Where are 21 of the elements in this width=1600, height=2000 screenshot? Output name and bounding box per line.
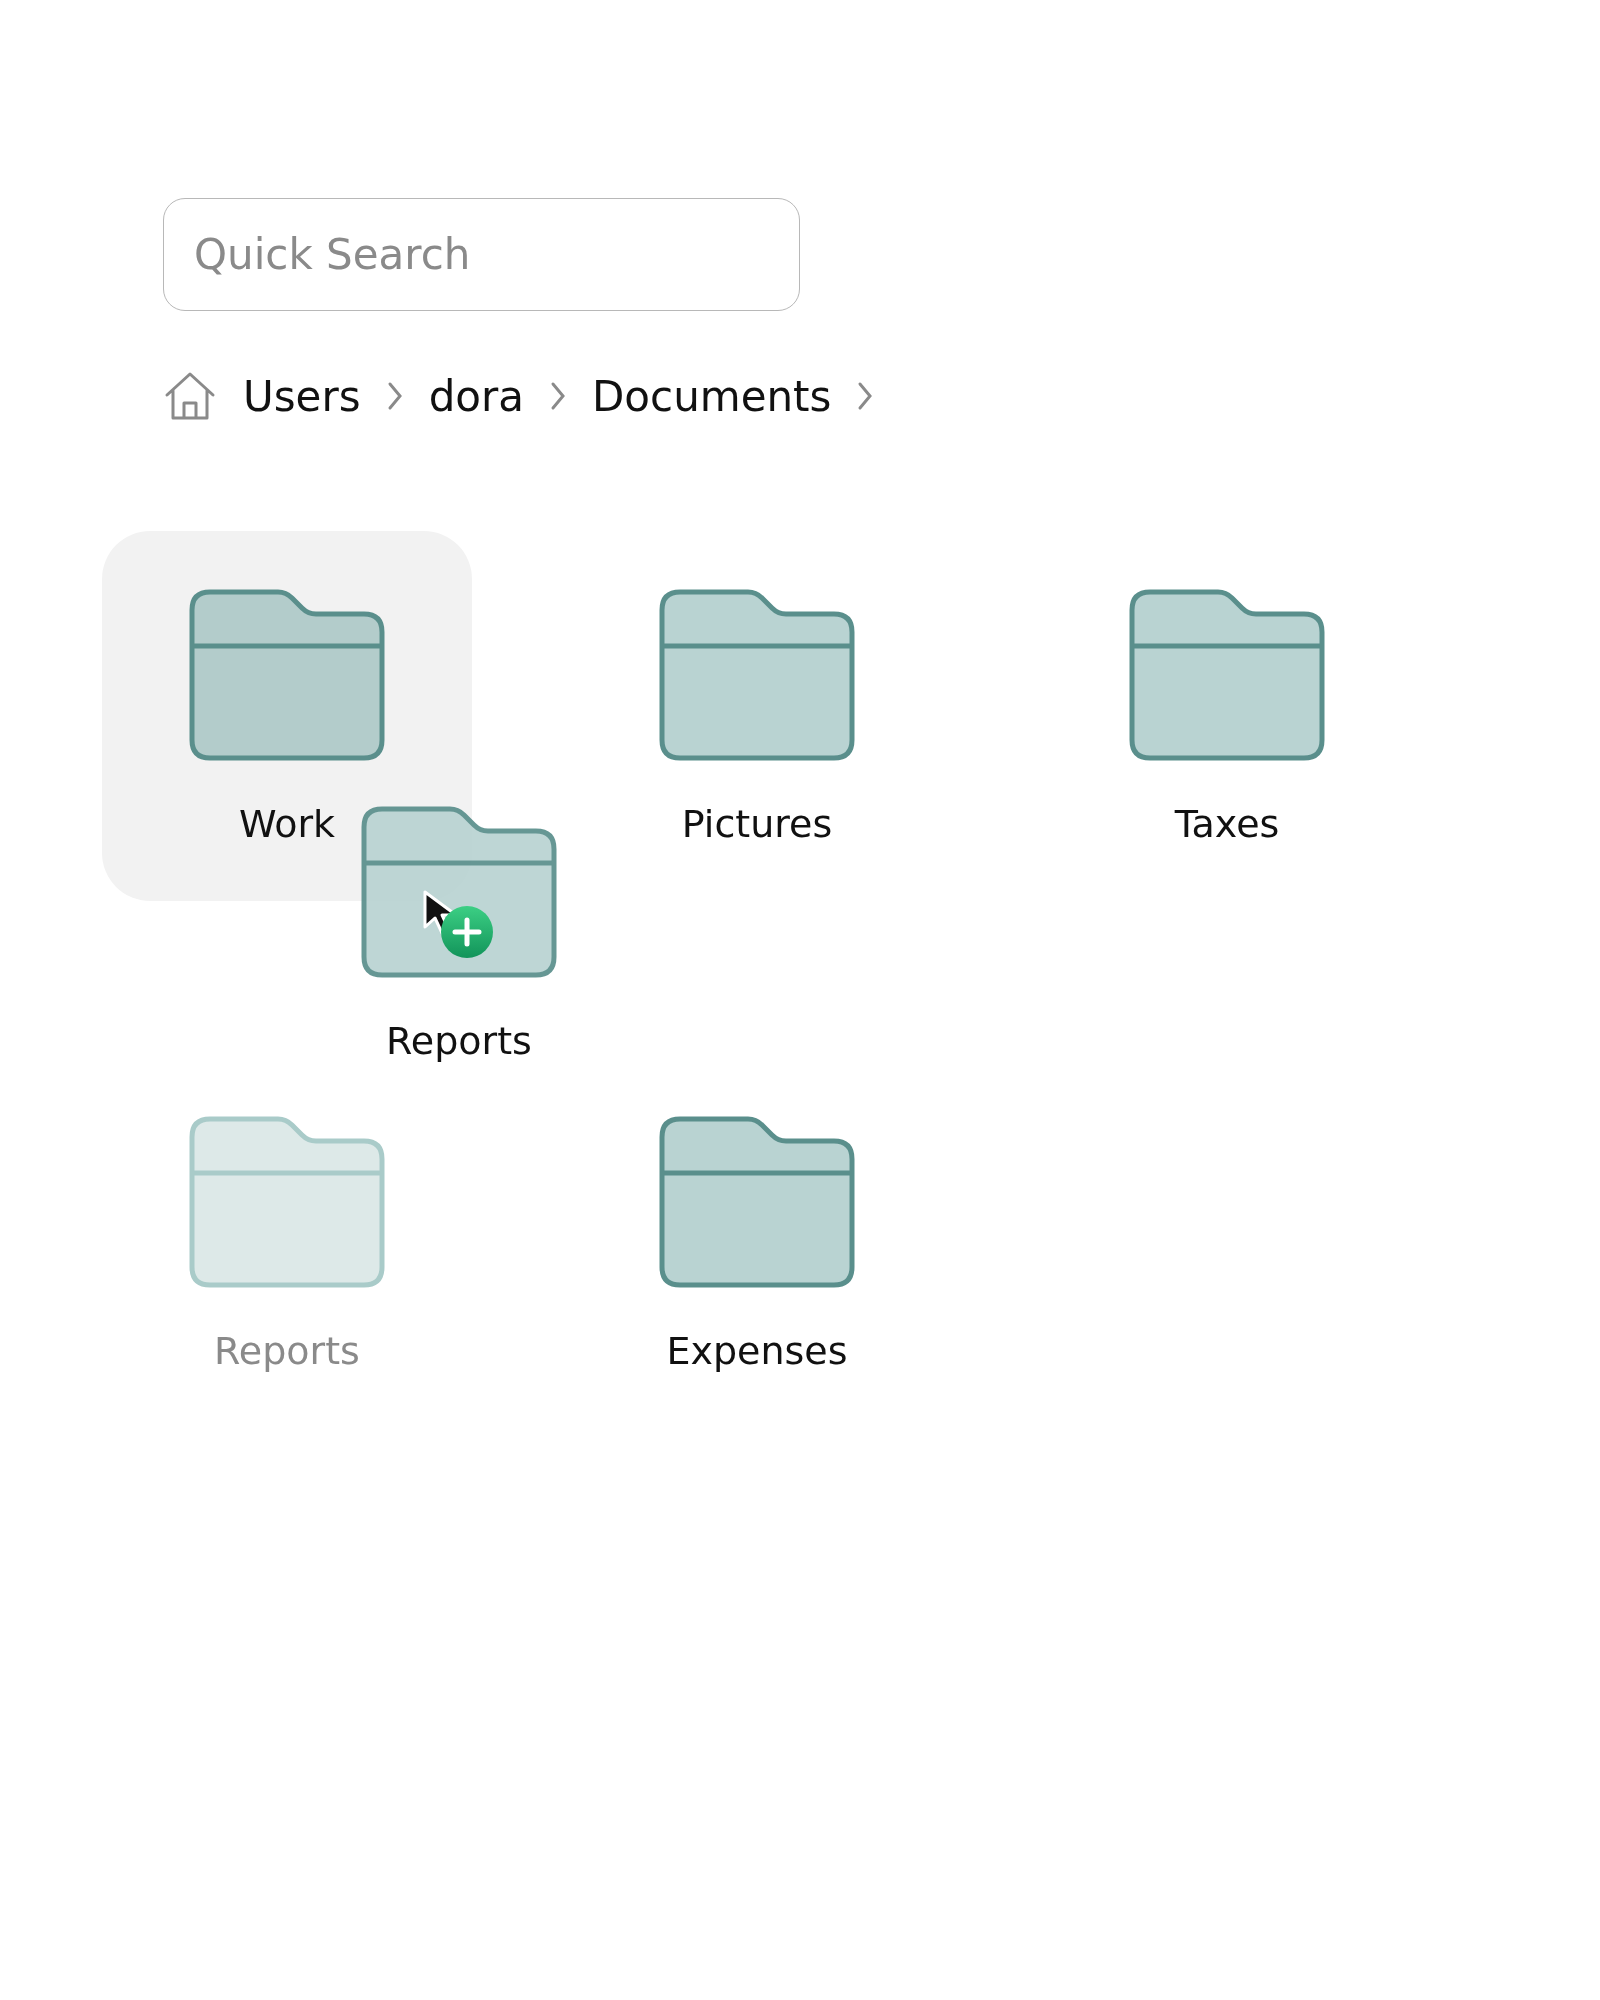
folder-icon bbox=[658, 588, 856, 762]
folder-icon bbox=[1128, 588, 1326, 762]
chevron-icon bbox=[857, 381, 874, 411]
dragged-folder-icon bbox=[360, 805, 558, 979]
breadcrumb-item[interactable]: Documents bbox=[592, 371, 832, 421]
breadcrumb-item[interactable]: dora bbox=[428, 371, 524, 421]
chevron-icon bbox=[550, 381, 566, 411]
folder-icon bbox=[658, 1115, 856, 1289]
folder-label[interactable]: Taxes bbox=[1174, 802, 1280, 846]
chevron-icon bbox=[386, 381, 403, 411]
breadcrumb-item[interactable]: Users bbox=[243, 371, 361, 421]
folder-icon bbox=[188, 1115, 386, 1289]
folder-label[interactable]: Pictures bbox=[681, 802, 833, 846]
folder-label[interactable]: Expenses bbox=[666, 1329, 848, 1373]
dragged-folder-label: Reports bbox=[386, 1019, 532, 1063]
home-icon[interactable] bbox=[163, 371, 217, 421]
folder-highlight[interactable]: Work bbox=[102, 531, 472, 901]
add-badge-icon bbox=[440, 905, 494, 959]
folder-label[interactable]: Work bbox=[238, 802, 336, 846]
search-field[interactable]: Quick Search bbox=[163, 198, 800, 311]
folder-icon bbox=[188, 588, 386, 762]
